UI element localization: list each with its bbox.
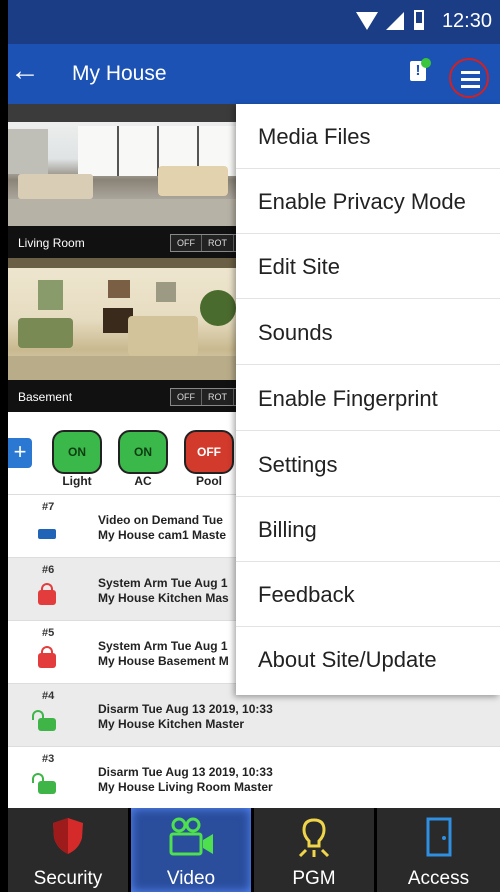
shield-icon [51, 816, 85, 861]
nav-pgm[interactable]: PGM [254, 808, 377, 892]
event-number: #7 [42, 501, 55, 513]
menu-item-edit-site[interactable]: Edit Site [236, 234, 500, 299]
toggle-off-label: OFF [171, 389, 202, 405]
video-camera-icon [38, 529, 56, 539]
status-time: 12:30 [441, 10, 492, 32]
event-detail: My House Living Room Master [98, 780, 273, 794]
event-number: #5 [42, 627, 55, 639]
event-detail: My House Basement M [98, 654, 229, 668]
list-item[interactable]: #3 Disarm Tue Aug 13 2019, 10:33 My Hous… [8, 746, 500, 809]
wifi-icon [356, 12, 378, 30]
nav-label: Security [33, 868, 103, 889]
ac-switch[interactable]: ON [118, 430, 168, 474]
pool-label: Pool [196, 474, 222, 488]
nav-access[interactable]: Access [377, 808, 500, 892]
light-switch[interactable]: ON [52, 430, 102, 474]
add-icon[interactable]: + [8, 438, 32, 468]
unlocked-padlock-icon [32, 773, 56, 794]
event-detail: My House cam1 Maste [98, 528, 227, 542]
event-number: #6 [42, 564, 55, 576]
status-bar: 12:30 [8, 0, 500, 44]
unlocked-padlock-icon [32, 710, 56, 731]
light-label: Light [62, 474, 92, 488]
nav-label: Access [407, 868, 470, 889]
camera-feed-image [8, 258, 244, 380]
ac-label: AC [134, 474, 152, 488]
camera-name: Basement [18, 390, 73, 404]
camera-toggle[interactable]: OFF ROT [170, 388, 244, 406]
menu-item-about-site-update[interactable]: About Site/Update [236, 627, 500, 692]
bottom-nav: Security Video PGM Access [8, 808, 500, 892]
nav-security[interactable]: Security [8, 808, 131, 892]
locked-padlock-icon [38, 646, 56, 668]
event-title: System Arm Tue Aug 1 [98, 639, 228, 653]
battery-icon [414, 10, 424, 30]
menu-item-enable-privacy-mode[interactable]: Enable Privacy Mode [236, 169, 500, 234]
camera-tile-living-room[interactable]: Living Room OFF ROT [8, 104, 244, 258]
toggle-rot-label: ROT [202, 235, 234, 251]
event-title: Disarm Tue Aug 13 2019, 10:33 [98, 702, 273, 716]
camera-feed-image [8, 104, 244, 226]
event-title: Video on Demand Tue [98, 513, 223, 527]
menu-item-billing[interactable]: Billing [236, 497, 500, 562]
arrow-left-icon[interactable]: ← [10, 56, 40, 86]
event-detail: My House Kitchen Master [98, 717, 245, 731]
menu-item-settings[interactable]: Settings [236, 432, 500, 497]
event-number: #4 [42, 690, 55, 702]
event-number: #3 [42, 753, 55, 765]
menu-item-sounds[interactable]: Sounds [236, 300, 500, 365]
overflow-menu: Media Files Enable Privacy Mode Edit Sit… [236, 104, 500, 695]
nav-label: Video [166, 868, 216, 889]
light-bulb-icon [294, 816, 334, 863]
nav-video[interactable]: Video [131, 808, 254, 892]
event-detail: My House Kitchen Mas [98, 591, 229, 605]
menu-icon[interactable] [449, 58, 489, 98]
pool-switch[interactable]: OFF [184, 430, 234, 474]
event-title: System Arm Tue Aug 1 [98, 576, 228, 590]
menu-item-enable-fingerprint[interactable]: Enable Fingerprint [236, 366, 500, 431]
signal-icon [386, 12, 404, 30]
menu-item-feedback[interactable]: Feedback [236, 562, 500, 627]
door-icon [424, 816, 454, 863]
device-controls: + ON Light ON AC OFF Pool [8, 412, 244, 494]
camera-toggle[interactable]: OFF ROT [170, 234, 244, 252]
camera-name: Living Room [18, 236, 85, 250]
toggle-off-label: OFF [171, 235, 202, 251]
locked-padlock-icon [38, 583, 56, 605]
nav-label: PGM [292, 868, 336, 889]
event-title: Disarm Tue Aug 13 2019, 10:33 [98, 765, 273, 779]
camera-tile-basement[interactable]: Basement OFF ROT [8, 258, 244, 412]
menu-item-media-files[interactable]: Media Files [236, 104, 500, 169]
toggle-rot-label: ROT [202, 389, 234, 405]
notification-dot [421, 58, 431, 68]
page-title: My House [72, 62, 167, 85]
app-frame: 12:30 ← My House ! Living Room OFF ROT B… [8, 0, 500, 892]
video-camera-icon [165, 816, 217, 863]
app-bar: ← My House ! [8, 44, 500, 104]
